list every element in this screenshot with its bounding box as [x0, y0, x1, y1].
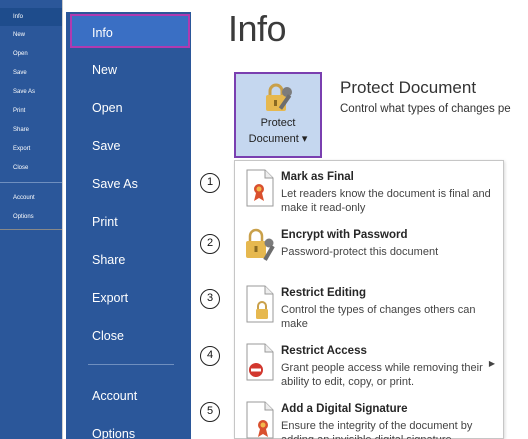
backstage-sidebar: Info New Open Save Save As Print Share E… [66, 12, 191, 439]
protect-document-button[interactable]: Protect Document ▾ [234, 72, 322, 158]
callout-1: 1 [200, 173, 220, 193]
callout-5: 5 [200, 402, 220, 422]
callout-3: 3 [200, 289, 220, 309]
callout-4: 4 [200, 346, 220, 366]
back-nav-close[interactable]: Close [0, 159, 62, 177]
menu-item-description: Ensure the integrity of the document by … [281, 420, 473, 439]
back-sidebar: Info New Open Save Save As Print Share E… [0, 0, 62, 439]
nav-info[interactable]: Info [70, 14, 190, 48]
menu-item-encrypt-with-password[interactable]: Encrypt with Password Password-protect t… [235, 223, 503, 281]
protect-document-menu: Mark as Final Let readers know the docum… [234, 160, 504, 439]
menu-item-title: Encrypt with Password [281, 229, 408, 241]
menu-item-description: Grant people access while removing their… [281, 362, 483, 388]
nav-options[interactable]: Options [66, 415, 191, 439]
nav-new[interactable]: New [66, 51, 191, 89]
menu-item-add-digital-signature[interactable]: Add a Digital Signature Ensure the integ… [235, 397, 503, 439]
page-title: Info [228, 8, 287, 49]
protect-button-sublabel: Document ▾ [248, 133, 308, 145]
nav-export[interactable]: Export [66, 279, 191, 317]
nav-account[interactable]: Account [66, 377, 191, 415]
nav-save-as[interactable]: Save As [66, 165, 191, 203]
submenu-arrow-icon: ▶ [488, 359, 495, 368]
signature-ribbon-icon [246, 401, 274, 439]
back-window-edge [0, 229, 62, 230]
menu-item-title: Add a Digital Signature [281, 403, 408, 415]
back-window-top [62, 0, 528, 12]
menu-item-title: Restrict Editing [281, 287, 366, 299]
back-nav-export[interactable]: Export [0, 140, 62, 158]
back-nav-divider [0, 182, 62, 183]
back-nav-open[interactable]: Open [0, 45, 62, 63]
back-nav-options[interactable]: Options [0, 208, 62, 226]
restrict-lock-icon [246, 285, 274, 323]
nav-divider [88, 364, 174, 365]
menu-item-description: Let readers know the document is final a… [281, 188, 491, 214]
final-ribbon-icon [246, 169, 274, 207]
nav-close[interactable]: Close [66, 317, 191, 355]
back-nav-save[interactable]: Save [0, 64, 62, 82]
back-nav-new[interactable]: New [0, 26, 62, 44]
no-entry-icon [246, 343, 274, 381]
nav-save[interactable]: Save [66, 127, 191, 165]
protect-section-title: Protect Document [340, 78, 477, 97]
protect-button-label: Protect [260, 117, 296, 129]
back-nav-share[interactable]: Share [0, 121, 62, 139]
back-nav-account[interactable]: Account [0, 189, 62, 207]
callout-2: 2 [200, 234, 220, 254]
menu-item-title: Mark as Final [281, 171, 354, 183]
menu-item-restrict-access[interactable]: Restrict Access Grant people access whil… [235, 339, 503, 397]
protect-section-description: Control what types of changes pe [340, 103, 511, 115]
menu-item-restrict-editing[interactable]: Restrict Editing Control the types of ch… [235, 281, 503, 339]
back-nav-print[interactable]: Print [0, 102, 62, 120]
nav-open[interactable]: Open [66, 89, 191, 127]
menu-item-title: Restrict Access [281, 345, 367, 357]
back-nav-save-as[interactable]: Save As [0, 83, 62, 101]
lock-key-icon [246, 228, 275, 261]
back-nav-info[interactable]: Info [0, 8, 62, 26]
menu-item-mark-as-final[interactable]: Mark as Final Let readers know the docum… [235, 165, 503, 223]
menu-item-description: Password-protect this document [281, 246, 439, 258]
menu-item-description: Control the types of changes others can … [281, 304, 476, 330]
protect-lock-icon [266, 83, 292, 111]
nav-share[interactable]: Share [66, 241, 191, 279]
nav-print[interactable]: Print [66, 203, 191, 241]
